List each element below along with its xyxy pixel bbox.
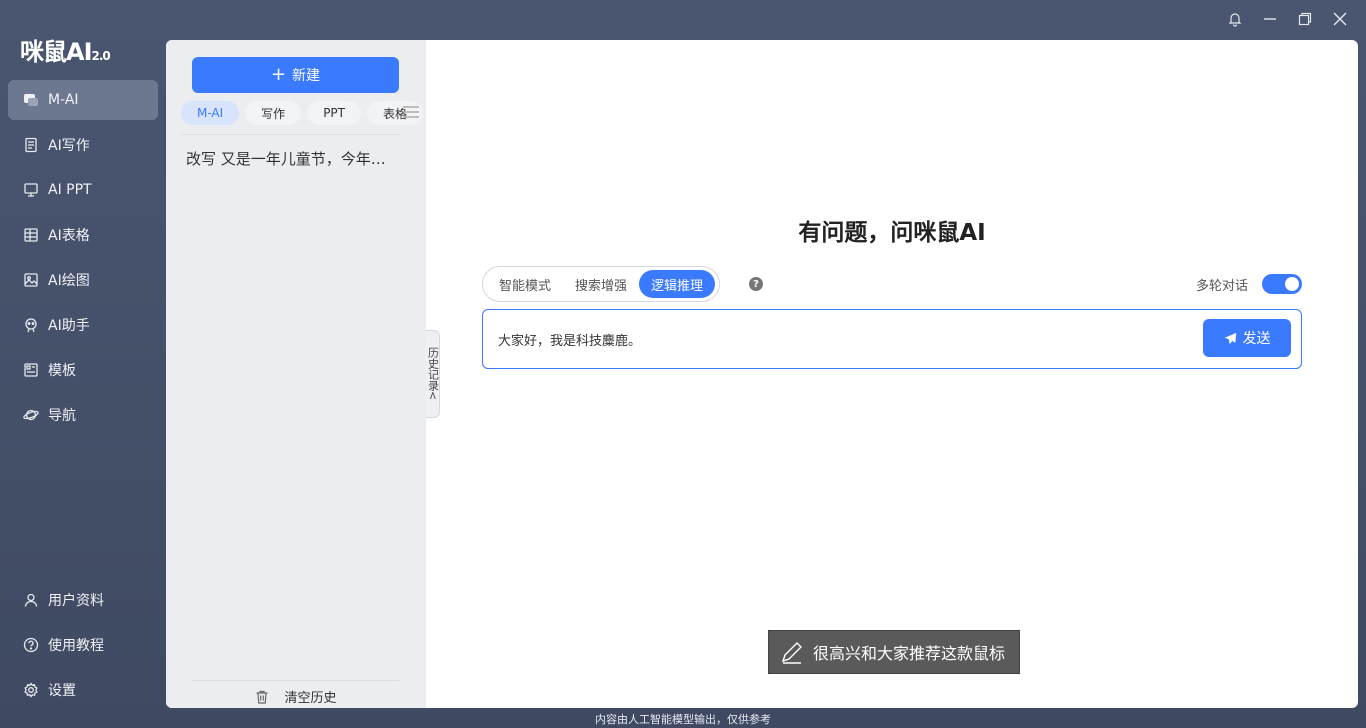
sidebar-item-ai-drawing[interactable]: AI绘图 — [8, 260, 158, 300]
sidebar-item-label: AI PPT — [48, 182, 92, 198]
toast-message: 很高兴和大家推荐这款鼠标 — [768, 630, 1020, 674]
sidebar-item-label: 设置 — [48, 683, 76, 699]
multi-turn-toggle[interactable] — [1262, 274, 1302, 294]
send-label: 发送 — [1242, 331, 1271, 347]
mode-logic-reasoning[interactable]: 逻辑推理 — [639, 270, 716, 298]
app-logo: 咪鼠AI2.0 — [20, 32, 111, 67]
multi-turn-label: 多轮对话 — [1196, 279, 1249, 294]
mode-search-enhanced[interactable]: 搜索增强 — [563, 270, 639, 298]
main-panel: + 新建 M-AI 写作 PPT 表格 改写 又是一年儿童节，今年… 清空历史 … — [166, 40, 1358, 708]
sidebar-item-navigation[interactable]: 导航 — [8, 395, 158, 435]
toast-text: 很高兴和大家推荐这款鼠标 — [813, 644, 1006, 663]
ppt-icon — [22, 181, 40, 199]
sidebar-item-ai-ppt[interactable]: AI PPT — [8, 170, 158, 210]
new-chat-button[interactable]: + 新建 — [192, 57, 399, 93]
sidebar-item-label: 导航 — [48, 408, 76, 424]
category-tabs: M-AI 写作 PPT 表格 — [181, 101, 424, 125]
bell-icon[interactable] — [1224, 8, 1245, 30]
sidebar-item-m-ai[interactable]: M-AI — [8, 80, 158, 120]
trash-icon — [256, 690, 268, 704]
close-icon[interactable] — [1329, 8, 1350, 30]
sidebar-bottom: 用户资料 使用教程 设置 — [8, 580, 158, 715]
sidebar-item-ai-assistant[interactable]: AI助手 — [8, 305, 158, 345]
chat-icon — [22, 91, 40, 109]
divider — [181, 134, 399, 135]
planet-icon — [22, 406, 40, 424]
help-icon — [22, 636, 40, 654]
tab-ppt[interactable]: PPT — [307, 101, 361, 125]
sidebar-item-label: M-AI — [48, 92, 79, 108]
window-controls — [1224, 8, 1350, 30]
plus-icon: + — [270, 64, 287, 85]
sidebar-item-label: 用户资料 — [48, 593, 104, 609]
logo-text: 咪鼠AI — [20, 38, 93, 66]
mode-selector: 智能模式 搜索增强 逻辑推理 — [482, 266, 721, 302]
gear-icon — [22, 681, 40, 699]
minimize-icon[interactable] — [1259, 8, 1280, 30]
sidebar-item-label: AI写作 — [48, 138, 90, 154]
sidebar-item-ai-table[interactable]: AI表格 — [8, 215, 158, 255]
page-title: 有问题，问咪鼠AI — [798, 220, 986, 246]
menu-icon[interactable] — [402, 104, 420, 123]
sidebar-item-label: 使用教程 — [48, 638, 104, 654]
history-toggle-handle[interactable]: 历史记录< — [426, 330, 440, 418]
send-button[interactable]: 发送 — [1203, 319, 1291, 357]
pencil-icon — [781, 642, 802, 664]
clear-history-button[interactable]: 清空历史 — [192, 680, 399, 706]
sidebar-item-label: AI表格 — [48, 228, 90, 244]
clear-history-label: 清空历史 — [284, 691, 337, 706]
sidebar-nav: M-AI AI写作 AI PPT AI表格 AI绘图 AI助手 模板 导航 — [8, 80, 158, 440]
history-sidebar: + 新建 M-AI 写作 PPT 表格 改写 又是一年儿童节，今年… 清空历史 — [166, 40, 426, 708]
tab-m-ai[interactable]: M-AI — [181, 101, 240, 125]
disclaimer-note: 内容由人工智能模型输出，仅供参考 — [595, 713, 771, 726]
chat-input[interactable]: 大家好，我是科技麋鹿。 — [498, 330, 641, 349]
document-icon — [22, 136, 40, 154]
send-icon — [1224, 332, 1236, 344]
tab-writing[interactable]: 写作 — [245, 101, 302, 125]
sidebar-item-settings[interactable]: 设置 — [8, 670, 158, 710]
question-icon[interactable]: ? — [749, 277, 763, 291]
sidebar-item-label: AI绘图 — [48, 273, 90, 289]
new-chat-label: 新建 — [292, 68, 321, 84]
logo-version: 2.0 — [91, 49, 111, 63]
sidebar-item-tutorial[interactable]: 使用教程 — [8, 625, 158, 665]
template-icon — [22, 361, 40, 379]
sidebar-item-templates[interactable]: 模板 — [8, 350, 158, 390]
history-item[interactable]: 改写 又是一年儿童节，今年… — [186, 148, 401, 169]
restore-icon[interactable] — [1294, 8, 1315, 30]
sidebar-item-label: AI助手 — [48, 318, 90, 334]
table-icon — [22, 226, 40, 244]
sidebar-item-user-profile[interactable]: 用户资料 — [8, 580, 158, 620]
sidebar-item-ai-writing[interactable]: AI写作 — [8, 125, 158, 165]
assistant-icon — [22, 316, 40, 334]
chat-input-box[interactable]: 大家好，我是科技麋鹿。 发送 — [482, 309, 1302, 369]
image-icon — [22, 271, 40, 289]
user-icon — [22, 591, 40, 609]
mode-smart[interactable]: 智能模式 — [487, 270, 563, 298]
sidebar-item-label: 模板 — [48, 363, 76, 379]
